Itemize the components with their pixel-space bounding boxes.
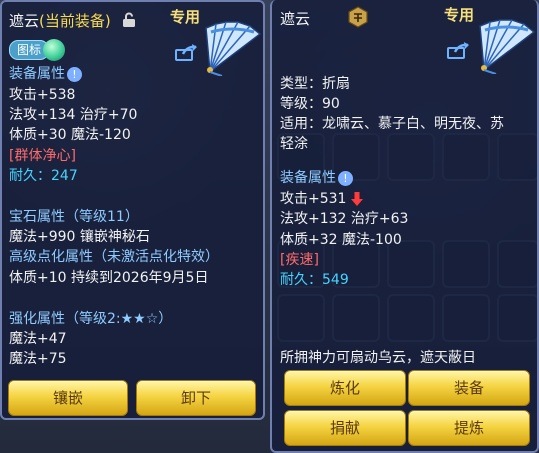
- inlay-button[interactable]: 镶嵌: [8, 380, 128, 416]
- item-title-row: 遮云(当前装备): [9, 10, 111, 31]
- icon-toggle-knob: [43, 39, 65, 61]
- item-fit-classes-cont: 轻涂: [280, 136, 308, 152]
- unequip-button[interactable]: 卸下: [136, 380, 256, 416]
- item-type: 类型：折扇: [280, 76, 350, 92]
- advanced-attr-header: 高级点化属性（未激活点化特效）: [9, 249, 219, 265]
- item-fit-classes: 适用：龙啸云、慕子白、明无夜、苏: [280, 116, 504, 132]
- share-icon[interactable]: [447, 41, 471, 59]
- equip-attr-header: 装备属性!: [9, 63, 82, 83]
- magic-attack-heal-stat: 法攻+134 治疗+70: [9, 107, 138, 123]
- stat-decrease-arrow-icon: [350, 192, 363, 206]
- item-name: 遮云: [9, 12, 40, 30]
- enhance-attr-header: 强化属性（等级2:★★☆）: [9, 311, 173, 327]
- equip-attr-header: 装备属性!: [280, 167, 353, 187]
- refine-button[interactable]: 炼化: [284, 370, 406, 406]
- extract-button[interactable]: 提炼: [408, 410, 530, 446]
- durability-stat: 耐久：549: [280, 272, 349, 288]
- exclusive-label: 专用: [170, 8, 201, 26]
- info-icon[interactable]: !: [338, 170, 353, 186]
- item-level: 等级：90: [280, 96, 340, 112]
- equipped-tag: (当前装备): [39, 12, 111, 30]
- gem-attr-header: 宝石属性（等级11）: [9, 209, 139, 225]
- donate-button[interactable]: 捐献: [284, 410, 406, 446]
- attack-value: 攻击+531: [280, 191, 347, 207]
- exclusive-label: 专用: [444, 6, 475, 24]
- magic-attack-heal-stat: 法攻+132 治疗+63: [280, 211, 409, 227]
- compare-item-tooltip: 遮云 专用 类型：折扇 等级：90 适用：龙啸云、慕子白、明无夜、苏 轻涂 装备…: [270, 0, 539, 453]
- enhance-stat-1: 魔法+47: [9, 331, 67, 347]
- item-description: 所拥神力可扇动乌云，遮天蔽日: [280, 350, 476, 366]
- rating-seal-icon: [348, 6, 368, 28]
- info-icon[interactable]: !: [67, 66, 82, 82]
- equipped-item-tooltip: 遮云(当前装备) 专用 图标 装备属性! 攻击+538 法攻+134 治疗+70…: [0, 0, 265, 420]
- folding-fan-icon: [479, 19, 536, 74]
- gem-detail: 魔法+990 镶嵌神秘石: [9, 229, 150, 245]
- share-icon[interactable]: [175, 43, 199, 61]
- enhance-stat-2: 魔法+75: [9, 351, 67, 367]
- item-name: 遮云: [280, 10, 311, 28]
- skill-effect: [疾速]: [280, 252, 319, 268]
- constitution-magic-stat: 体质+30 魔法-120: [9, 127, 131, 143]
- attack-stat: 攻击+538: [9, 87, 76, 103]
- durability-stat: 耐久：247: [9, 168, 78, 184]
- unlock-icon[interactable]: [122, 12, 136, 28]
- attack-stat: 攻击+531: [280, 188, 363, 208]
- folding-fan-icon: [205, 21, 262, 76]
- skill-effect: [群体净心]: [9, 148, 76, 164]
- equip-attr-label: 装备属性: [9, 66, 65, 82]
- advanced-detail: 体质+10 持续到2026年9月5日: [9, 270, 209, 286]
- equip-button[interactable]: 装备: [408, 370, 530, 406]
- icon-toggle[interactable]: 图标: [9, 39, 67, 61]
- constitution-magic-stat: 体质+32 魔法-100: [280, 232, 402, 248]
- equip-attr-label: 装备属性: [280, 170, 336, 186]
